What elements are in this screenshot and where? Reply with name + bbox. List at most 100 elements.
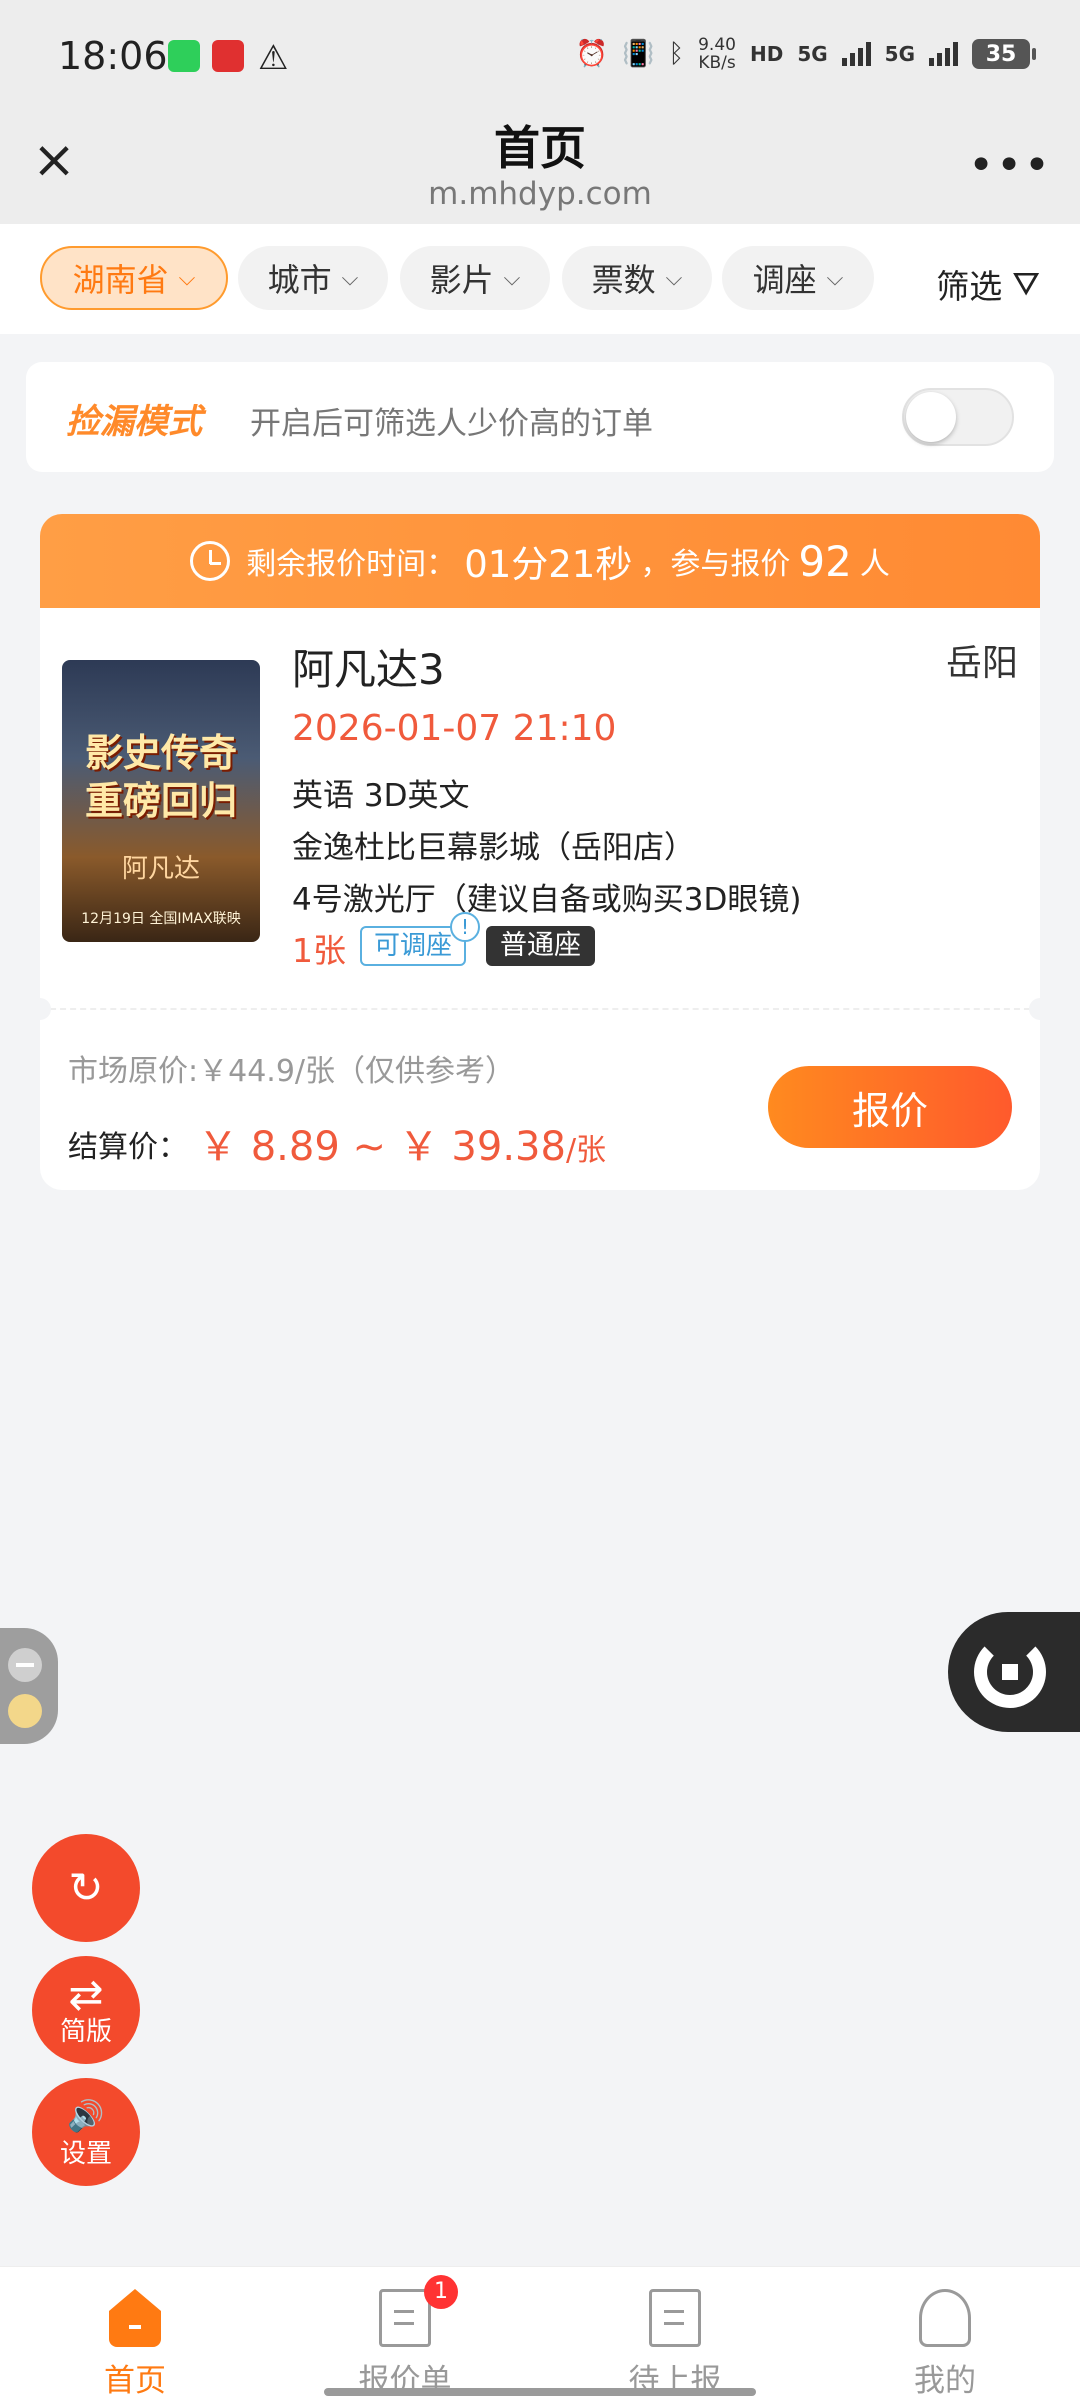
notification-badge: 1 <box>424 2275 458 2309</box>
province-filter-label: 湖南省 <box>72 261 169 299</box>
alarm-icon: ⏰ <box>575 39 609 69</box>
toggle-knob <box>906 392 956 442</box>
app-notification-icon-2 <box>212 40 244 72</box>
settle-price-label: 结算价： <box>68 1130 188 1165</box>
status-bar: 18:06 ⚠ ⏰ 📳 ᛒ 9.40 KB/s HD 5G 5G 35 <box>0 0 1080 112</box>
side-float-widget[interactable] <box>0 1628 58 1744</box>
seat-type-tag: 普通座 <box>486 926 595 966</box>
signal-5g-label-2: 5G <box>884 42 915 66</box>
filter-button-label: 筛选 <box>936 267 1003 306</box>
clock-icon <box>190 541 231 581</box>
signal-5g-label: 5G <box>797 42 828 66</box>
simple-mode-button[interactable]: ⇄ 简版 <box>32 1956 140 2064</box>
participants-count: 92 <box>798 536 852 586</box>
city-filter[interactable]: 城市 ⌵ <box>238 246 388 310</box>
info-icon[interactable]: ! <box>450 912 480 942</box>
countdown-value: 01分21秒 <box>464 543 633 586</box>
tickets-filter[interactable]: 票数 ⌵ <box>562 246 712 310</box>
nav-profile[interactable]: 我的 <box>810 2267 1080 2400</box>
settle-price-range: ￥ 8.89 ~ ￥ 39.38/张 <box>198 1114 606 1172</box>
bargain-mode-title: 捡漏模式 <box>66 402 202 442</box>
assistant-icon-dot <box>1002 1664 1018 1680</box>
list-icon[interactable] <box>8 1694 42 1728</box>
cinema-name: 金逸杜比巨幕影城（岳阳店） <box>292 830 695 866</box>
poster-movie-name: 阿凡达 <box>121 854 200 884</box>
more-options-button[interactable]: ••• <box>968 140 1052 191</box>
speaker-icon: 🔊 <box>67 2099 105 2134</box>
bluetooth-icon: ᛒ <box>668 39 685 69</box>
refresh-button[interactable]: ↻ <box>32 1834 140 1942</box>
filter-funnel-icon: ⛛ <box>1012 264 1040 303</box>
chevron-down-icon: ⌵ <box>503 265 521 291</box>
network-speed: 9.40 KB/s <box>698 36 736 72</box>
signal-bars-icon <box>841 42 871 66</box>
movie-language: 英语 3D英文 <box>292 778 470 814</box>
showtime: 2026-01-07 21:10 <box>292 708 617 749</box>
filter-bar: 湖南省 ⌵ 城市 ⌵ 影片 ⌵ 票数 ⌵ 调座 ⌵ 筛选 ⛛ <box>0 224 1080 334</box>
simple-mode-label: 简版 <box>59 2017 112 2047</box>
settings-label: 设置 <box>59 2139 112 2169</box>
nav-home-label: 首页 <box>104 2363 166 2399</box>
seat-adjust-filter-label: 调座 <box>752 261 817 299</box>
movie-city: 岳阳 <box>945 643 1018 684</box>
user-icon <box>919 2289 971 2347</box>
tickets-filter-label: 票数 <box>591 261 656 299</box>
order-card[interactable]: 剩余报价时间： 01分21秒 ，参与报价 92 人 影史传奇 重磅回归 阿凡达 … <box>40 514 1040 1190</box>
poster-headline-2: 重磅回归 <box>84 779 237 823</box>
order-countdown-banner: 剩余报价时间： 01分21秒 ，参与报价 92 人 <box>40 514 1040 608</box>
network-speed-value: 9.40 <box>698 35 736 55</box>
settle-price-unit: /张 <box>565 1133 607 1168</box>
countdown-label: 剩余报价时间： <box>246 547 457 582</box>
nav-home[interactable]: 首页 <box>0 2267 270 2400</box>
poster-release-date: 12月19日 全国IMAX联映 <box>81 911 241 927</box>
movie-title: 阿凡达3 <box>292 645 445 694</box>
nav-quotes[interactable]: 1 报价单 <box>270 2267 540 2400</box>
vibrate-icon: 📳 <box>622 39 655 69</box>
ticket-notch-left <box>40 998 51 1020</box>
nav-pending[interactable]: 待上报 <box>540 2267 810 2400</box>
city-filter-label: 城市 <box>267 261 332 299</box>
filter-button[interactable]: 筛选 ⛛ <box>936 260 1040 308</box>
participants-suffix: 人 <box>859 547 890 582</box>
ticket-notch-right <box>1029 998 1040 1020</box>
refresh-icon: ↻ <box>68 1863 104 1912</box>
pending-report-icon <box>649 2289 701 2347</box>
nav-profile-label: 我的 <box>914 2363 976 2399</box>
settings-button[interactable]: 🔊 设置 <box>32 2078 140 2186</box>
hd-icon: HD <box>749 42 784 66</box>
chevron-down-icon: ⌵ <box>178 265 196 291</box>
battery-icon: 35 <box>972 39 1036 69</box>
page-title: 首页 <box>494 121 586 175</box>
market-price: 市场原价:￥44.9/张（仅供参考） <box>68 1054 516 1089</box>
chevron-down-icon: ⌵ <box>341 265 359 291</box>
app-notification-icon <box>168 40 200 72</box>
warning-icon: ⚠ <box>258 38 289 78</box>
chevron-down-icon: ⌵ <box>665 265 683 291</box>
chevron-down-icon: ⌵ <box>826 265 844 291</box>
signal-bars-icon-2 <box>929 42 958 66</box>
status-time: 18:06 <box>58 34 168 78</box>
floating-assistant-button[interactable] <box>948 1612 1080 1732</box>
bargain-mode-card: 捡漏模式 开启后可筛选人少价高的订单 <box>26 362 1054 472</box>
poster-headline-1: 影史传奇 <box>84 731 237 775</box>
participants-prefix: ，参与报价 <box>640 547 791 582</box>
home-indicator[interactable] <box>324 2388 756 2396</box>
ticket-count: 1张 <box>292 931 346 970</box>
page-url: m.mhdyp.com <box>428 176 652 212</box>
movie-poster: 影史传奇 重磅回归 阿凡达 12月19日 全国IMAX联映 <box>62 660 260 942</box>
home-icon <box>109 2289 161 2347</box>
minimize-icon[interactable] <box>8 1648 42 1682</box>
quote-list-icon <box>379 2289 431 2347</box>
hall-name: 4号激光厅（建议自备或购买3D眼镜) <box>292 882 802 918</box>
browser-title-bar: × 首页 m.mhdyp.com ••• <box>0 112 1080 224</box>
movie-filter[interactable]: 影片 ⌵ <box>400 246 550 310</box>
ticket-divider <box>40 1008 1040 1010</box>
settle-price-value: ￥ 8.89 ~ ￥ 39.38 <box>198 1124 566 1170</box>
seat-adjust-filter[interactable]: 调座 ⌵ <box>722 246 874 310</box>
movie-filter-label: 影片 <box>429 261 494 299</box>
bargain-mode-description: 开启后可筛选人少价高的订单 <box>250 406 653 442</box>
quote-button[interactable]: 报价 <box>768 1066 1012 1148</box>
bottom-navigation: 首页 1 报价单 待上报 我的 <box>0 2266 1080 2400</box>
province-filter[interactable]: 湖南省 ⌵ <box>40 246 228 310</box>
bargain-mode-toggle[interactable] <box>902 388 1014 446</box>
